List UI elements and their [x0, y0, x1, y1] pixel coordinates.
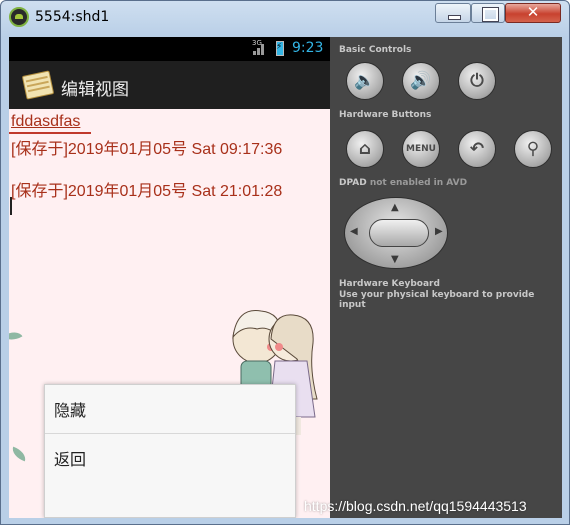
dpad-left-icon: ◀ [350, 226, 358, 237]
signal-icon [251, 41, 265, 55]
menu-button-label: MENU [406, 144, 436, 154]
power-icon: ⏻ [470, 71, 484, 91]
dpad-label: DPAD not enabled in AVD [339, 178, 468, 188]
dpad-down-icon: ▼ [391, 254, 399, 265]
dpad-center-button[interactable] [369, 219, 429, 247]
emulator-window: 5554:shd1 ✕ 3G 9:23 编辑视图 fddasdfas [保存于]… [0, 0, 570, 525]
back-button[interactable]: ↶ [458, 130, 496, 168]
menu-item-label: 隐藏 [54, 401, 87, 420]
title-bar[interactable]: 5554:shd1 ✕ [1, 1, 569, 35]
dpad-note: not enabled in AVD [369, 178, 468, 188]
dpad[interactable]: ▲ ▼ ◀ ▶ [344, 197, 448, 269]
hardware-keyboard-label: Hardware Keyboard [339, 279, 440, 289]
status-bar: 3G 9:23 [9, 37, 330, 61]
search-icon: ⚲ [526, 139, 540, 159]
window-title: 5554:shd1 [35, 9, 110, 25]
action-bar: 编辑视图 [9, 61, 330, 109]
leaf-decoration [9, 327, 23, 345]
volume-up-button[interactable]: 🔊 [402, 62, 440, 100]
basic-controls-label: Basic Controls [339, 45, 412, 55]
text-cursor [10, 197, 12, 215]
popup-menu: 隐藏 返回 [44, 384, 296, 518]
spell-underline [9, 132, 91, 134]
notebook-icon[interactable] [21, 70, 55, 100]
home-button[interactable]: ⌂ [346, 130, 384, 168]
action-bar-title: 编辑视图 [61, 80, 129, 100]
volume-down-icon: 🔈 [354, 71, 376, 91]
menu-item-hide[interactable]: 隐藏 [45, 385, 295, 433]
leaf-decoration [9, 446, 29, 462]
close-button[interactable]: ✕ [505, 3, 561, 23]
note-line: [保存于]2019年01月05号 Sat 09:17:36 [11, 141, 283, 158]
back-icon: ↶ [469, 139, 485, 159]
power-button[interactable]: ⏻ [458, 62, 496, 100]
menu-item-back[interactable]: 返回 [45, 434, 295, 482]
battery-icon [276, 41, 284, 56]
watermark: https://blog.csdn.net/qq1594443513 [304, 498, 527, 514]
dpad-up-icon: ▲ [391, 202, 399, 213]
minimize-button[interactable] [435, 3, 471, 23]
volume-down-button[interactable]: 🔈 [346, 62, 384, 100]
emulator-controls-panel: Basic Controls 🔈 🔊 ⏻ Hardware Buttons ⌂ … [330, 37, 562, 518]
android-screen[interactable]: 3G 9:23 编辑视图 fddasdfas [保存于]2019年01月05号 … [9, 37, 330, 518]
dpad-right-icon: ▶ [435, 226, 443, 237]
menu-button[interactable]: MENU [402, 130, 440, 168]
volume-up-icon: 🔊 [410, 71, 432, 91]
hardware-keyboard-hint: Use your physical keyboard to provide in… [339, 290, 535, 310]
android-app-icon [9, 7, 29, 27]
maximize-button[interactable] [471, 3, 505, 23]
note-link-text[interactable]: fddasdfas [11, 113, 80, 131]
search-button[interactable]: ⚲ [514, 130, 552, 168]
close-icon: ✕ [526, 3, 540, 21]
menu-item-label: 返回 [54, 450, 87, 469]
home-icon: ⌂ [358, 139, 372, 159]
hardware-buttons-label: Hardware Buttons [339, 110, 432, 120]
note-line: [保存于]2019年01月05号 Sat 21:01:28 [11, 183, 283, 200]
status-clock: 9:23 [292, 40, 324, 56]
